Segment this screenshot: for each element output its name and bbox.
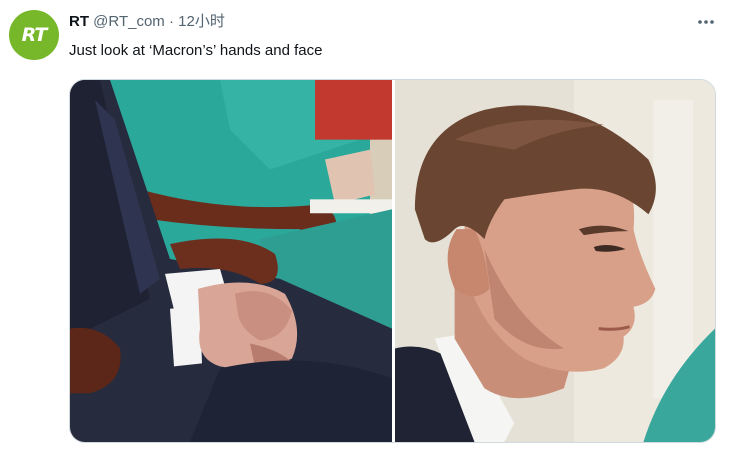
more-options-icon[interactable] bbox=[694, 12, 718, 32]
media-grid[interactable] bbox=[69, 79, 716, 443]
separator-dot: · bbox=[168, 13, 174, 30]
avatar[interactable]: RT bbox=[9, 10, 59, 60]
photo-hands[interactable] bbox=[70, 80, 392, 442]
tweet-text: Just look at ‘Macron’s’ hands and face bbox=[69, 42, 323, 59]
photo-face[interactable] bbox=[395, 80, 715, 442]
display-name[interactable]: RT bbox=[69, 13, 89, 30]
user-handle[interactable]: @RT_com bbox=[93, 13, 165, 30]
timestamp[interactable]: 12小时 bbox=[178, 13, 225, 30]
rt-logo: RT bbox=[21, 24, 48, 46]
tweet[interactable]: RT RT @RT_com · 12小时 Just look at ‘Macro… bbox=[0, 0, 737, 449]
tweet-header: RT @RT_com · 12小时 bbox=[69, 12, 225, 32]
